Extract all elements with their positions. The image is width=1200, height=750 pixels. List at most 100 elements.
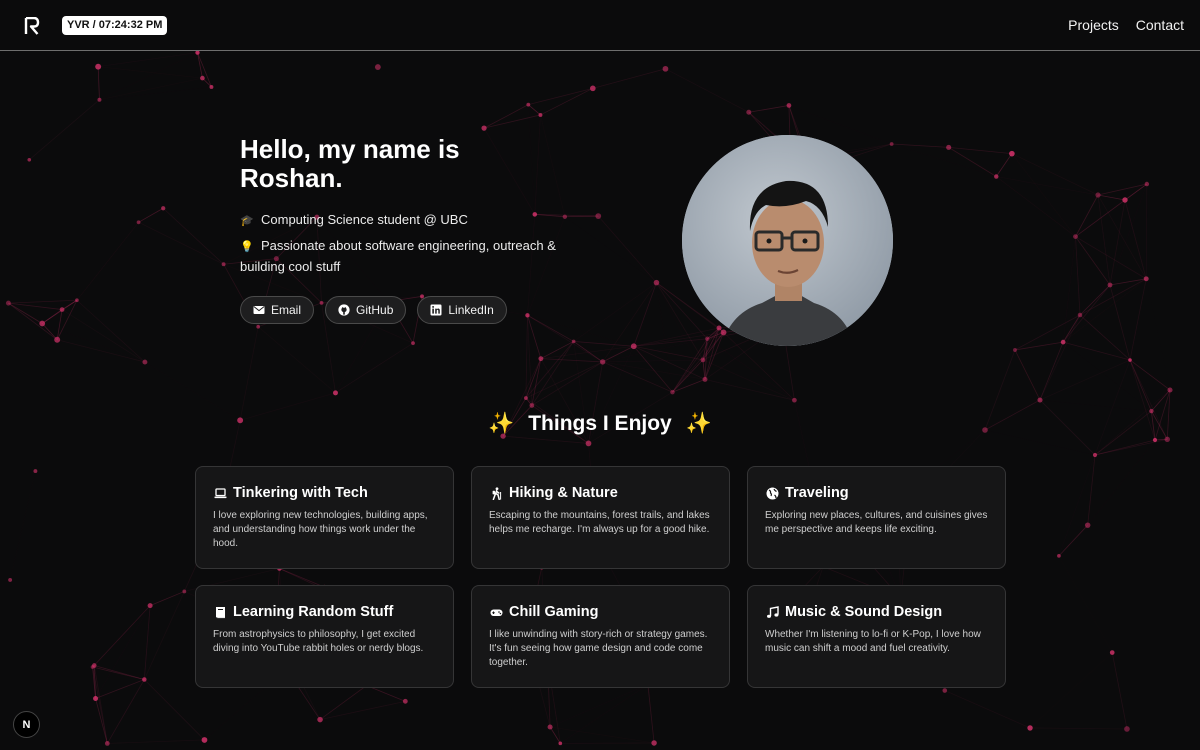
profile-photo xyxy=(682,135,893,346)
network-node xyxy=(1037,397,1043,403)
network-node xyxy=(662,65,669,72)
network-link xyxy=(1109,284,1131,361)
network-link xyxy=(95,679,145,699)
network-link xyxy=(633,345,706,380)
network-node xyxy=(256,324,261,329)
laptop-icon xyxy=(213,486,227,500)
network-link xyxy=(540,87,594,116)
network-link xyxy=(592,68,666,89)
network-link xyxy=(633,332,724,347)
network-node xyxy=(700,357,706,363)
network-link xyxy=(41,309,63,324)
network-link xyxy=(1063,279,1146,342)
card-chill-gaming: Chill Gaming I like unwinding with story… xyxy=(471,585,730,688)
network-link xyxy=(1040,400,1151,411)
card-description: Whether I'm listening to lo-fi or K-Pop,… xyxy=(765,629,981,654)
network-link xyxy=(92,666,145,680)
network-link xyxy=(197,52,203,79)
card-music-sound-design: Music & Sound Design Whether I'm listeni… xyxy=(747,585,1006,688)
nav-contact-link[interactable]: Contact xyxy=(1136,17,1184,33)
network-link xyxy=(138,207,164,223)
network-node xyxy=(746,109,752,115)
network-node xyxy=(8,577,13,582)
network-node xyxy=(1164,436,1170,443)
network-node xyxy=(670,389,675,395)
network-link xyxy=(8,302,63,310)
network-link xyxy=(665,68,749,113)
network-node xyxy=(1152,437,1158,443)
network-link xyxy=(1062,284,1111,343)
network-link xyxy=(1109,199,1126,286)
nav-projects-link[interactable]: Projects xyxy=(1068,17,1119,33)
card-title: Chill Gaming xyxy=(509,604,599,620)
network-link xyxy=(702,327,720,361)
email-button[interactable]: Email xyxy=(240,296,315,324)
network-link xyxy=(1075,194,1099,237)
network-node xyxy=(182,589,187,594)
network-node xyxy=(54,336,61,343)
network-node xyxy=(994,174,999,179)
network-node xyxy=(705,336,710,341)
network-link xyxy=(603,362,705,380)
network-link xyxy=(92,666,108,744)
network-node xyxy=(1027,725,1033,731)
network-node xyxy=(702,376,708,382)
network-node xyxy=(889,142,894,146)
network-link xyxy=(531,361,603,406)
card-title: Hiking & Nature xyxy=(509,485,618,501)
network-link xyxy=(633,338,708,347)
network-node xyxy=(529,403,535,408)
card-title: Music & Sound Design xyxy=(785,604,943,620)
bio-text: Passionate about software engineering, o… xyxy=(240,238,556,274)
network-link xyxy=(1011,153,1099,196)
network-link xyxy=(107,739,205,744)
network-node xyxy=(27,158,32,162)
network-node xyxy=(1144,181,1150,187)
network-link xyxy=(335,342,414,394)
network-link xyxy=(76,299,146,363)
network-node xyxy=(792,397,797,403)
network-node xyxy=(75,298,79,303)
card-description: From astrophysics to philosophy, I get e… xyxy=(213,629,424,654)
network-link xyxy=(1058,524,1088,557)
network-node xyxy=(411,341,415,346)
globe-icon xyxy=(765,486,779,500)
network-link xyxy=(57,339,146,363)
github-button[interactable]: GitHub xyxy=(325,296,407,324)
hiker-icon xyxy=(489,486,503,500)
network-link xyxy=(1030,727,1127,730)
card-learning-random-stuff: Learning Random Stuff From astrophysics … xyxy=(195,585,454,688)
network-link xyxy=(647,684,655,744)
network-node xyxy=(595,213,602,219)
card-description: I like unwinding with story-rich or stra… xyxy=(489,629,708,668)
network-node xyxy=(1092,452,1098,458)
card-hiking-nature: Hiking & Nature Escaping to the mountain… xyxy=(471,466,730,569)
network-node xyxy=(942,688,948,693)
site-logo-icon[interactable] xyxy=(24,17,40,35)
network-link xyxy=(574,341,673,392)
network-node xyxy=(147,603,153,609)
network-node xyxy=(104,741,110,746)
network-link xyxy=(1111,652,1128,730)
network-link xyxy=(540,115,564,217)
dev-tools-badge[interactable]: N xyxy=(13,711,40,738)
network-node xyxy=(201,737,208,743)
profile-portrait-illustration xyxy=(682,135,893,346)
network-node xyxy=(209,84,214,89)
network-node xyxy=(538,112,543,117)
network-node xyxy=(1060,339,1066,345)
card-tinkering-with-tech: Tinkering with Tech I love exploring new… xyxy=(195,466,454,569)
network-link xyxy=(96,606,151,699)
network-link xyxy=(1146,279,1170,390)
network-node xyxy=(95,63,102,70)
linkedin-button[interactable]: LinkedIn xyxy=(417,296,507,324)
network-node xyxy=(200,75,205,81)
network-link xyxy=(239,326,259,421)
card-traveling: Traveling Exploring new places, cultures… xyxy=(747,466,1006,569)
network-node xyxy=(525,313,530,318)
network-link xyxy=(540,358,603,363)
network-node xyxy=(195,50,200,55)
network-node xyxy=(1077,312,1083,318)
network-link xyxy=(528,87,593,106)
network-link xyxy=(995,153,1013,177)
